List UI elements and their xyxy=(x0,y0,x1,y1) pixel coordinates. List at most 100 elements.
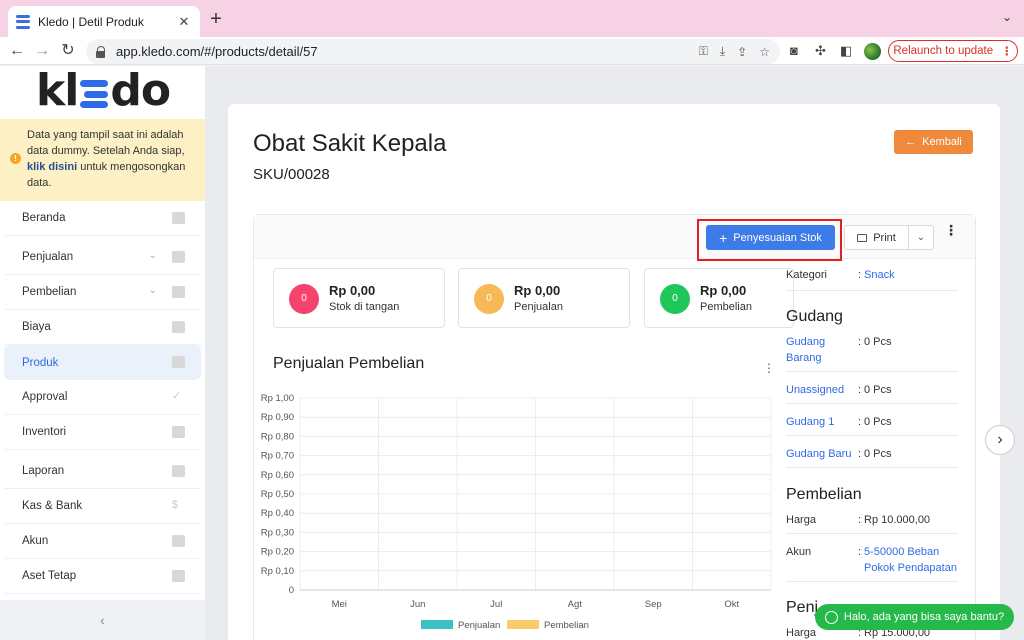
dummy-data-notice: ! Data yang tampil saat ini adalah data … xyxy=(0,119,205,201)
more-options-icon[interactable]: ⋮ xyxy=(944,223,958,237)
divider xyxy=(786,581,958,582)
sidebar-collapse-button[interactable]: ‹ xyxy=(0,600,205,640)
gudang-qty: 0 Pcs xyxy=(864,384,892,396)
divider xyxy=(786,533,958,534)
tab-search-chevron-icon[interactable]: ⌄ xyxy=(1002,10,1012,24)
sidebar-item-label: Aset Tetap xyxy=(22,570,77,582)
chevron-down-icon: ⌄ xyxy=(148,250,157,261)
chart-title: Penjualan Pembelian xyxy=(273,355,425,372)
sidebar-item-akun[interactable]: Akun xyxy=(4,524,201,559)
legend-label: Penjualan xyxy=(458,620,500,631)
sidebar-item-kas-bank[interactable]: Kas & Bank $ xyxy=(4,489,201,524)
product-panel: + Penyesuaian Stok Print ⌄ ⋮ 0 Rp 0,00 S… xyxy=(253,214,976,640)
stat-label: Pembelian xyxy=(700,301,752,313)
colon: : xyxy=(858,416,862,428)
new-tab-button[interactable]: + xyxy=(206,8,226,30)
basket-icon xyxy=(172,251,185,263)
stat-count-badge: 0 xyxy=(289,284,319,314)
sidebar-item-aset-tetap[interactable]: Aset Tetap xyxy=(4,559,201,594)
akun-beli-link[interactable]: 5-50000 Beban Pokok Pendapatan xyxy=(864,544,960,576)
warning-icon: ! xyxy=(10,153,21,164)
extensions-puzzle-icon[interactable]: ✣ xyxy=(815,43,826,59)
more-vertical-icon: ⋮ xyxy=(1001,46,1013,58)
next-arrow-button[interactable]: › xyxy=(985,425,1015,455)
print-dropdown-chevron-icon[interactable]: ⌄ xyxy=(909,232,933,243)
sidebar-item-penjualan[interactable]: Penjualan ⌄ xyxy=(4,240,201,275)
whatsapp-chat-button[interactable]: Halo, ada yang bisa saya bantu? xyxy=(815,604,1014,630)
profile-avatar[interactable] xyxy=(864,43,881,60)
camera-icon[interactable]: ◙ xyxy=(790,43,798,58)
gudang-name-link[interactable]: Gudang 1 xyxy=(786,414,854,430)
colon: : xyxy=(858,546,862,558)
gudang-name-link[interactable]: Gudang Baru xyxy=(786,446,866,462)
sidebar: kl do ! Data yang tampil saat ini adalah … xyxy=(0,65,205,640)
reload-icon[interactable]: ↻ xyxy=(57,40,79,62)
sidebar-item-biaya[interactable]: Biaya xyxy=(4,310,201,345)
x-tick-label: Mei xyxy=(332,599,347,610)
stock-adjustment-label: Penyesuaian Stok xyxy=(733,231,822,244)
chevron-down-icon: ⌄ xyxy=(148,285,157,296)
product-detail-card: Obat Sakit Kepala SKU/00028 ← Kembali + … xyxy=(228,104,1000,640)
sidebar-item-produk[interactable]: Produk xyxy=(4,345,201,380)
harga-beli-value: Rp 10.000,00 xyxy=(864,514,931,526)
key-icon[interactable]: ⚿ xyxy=(699,44,708,59)
relaunch-label: Relaunch to update xyxy=(893,45,994,57)
stat-value: Rp 0,00 xyxy=(329,283,376,298)
card-icon xyxy=(172,321,185,333)
sidebar-item-pembelian[interactable]: Pembelian ⌄ xyxy=(4,275,201,310)
sidebar-item-beranda[interactable]: Beranda xyxy=(4,201,201,236)
product-sku: SKU/00028 xyxy=(253,166,330,183)
bookmark-star-icon[interactable]: ☆ xyxy=(759,45,770,59)
colon: : xyxy=(858,514,862,526)
gudang-qty: 0 Pcs xyxy=(864,336,892,348)
stat-stock: 0 Rp 0,00 Stok di tangan xyxy=(273,268,445,328)
sidebar-item-label: Beranda xyxy=(22,212,66,224)
print-label: Print xyxy=(873,231,896,244)
address-bar[interactable]: app.kledo.com/#/products/detail/57 ⚿ ⤓ ⇪… xyxy=(86,39,780,64)
check-icon: ✓ xyxy=(172,390,182,402)
kledo-logo[interactable]: kl do xyxy=(36,65,171,116)
tab-title: Kledo | Detil Produk xyxy=(38,14,144,29)
print-button[interactable]: Print xyxy=(845,226,909,249)
stat-label: Penjualan xyxy=(514,301,563,313)
gudang-name-link[interactable]: Gudang Barang xyxy=(786,334,854,366)
sidebar-item-laporan[interactable]: Laporan xyxy=(4,454,201,489)
stock-adjustment-button[interactable]: + Penyesuaian Stok xyxy=(706,225,835,250)
share-icon[interactable]: ⇪ xyxy=(737,45,747,59)
sales-purchases-chart: Rp 1,00 Rp 0,90 Rp 0,80 Rp 0,70 Rp 0,60 Rp 0,… xyxy=(261,393,772,631)
divider xyxy=(786,435,958,436)
divider xyxy=(786,403,958,404)
dollar-icon: $ xyxy=(172,499,179,511)
browser-tab[interactable]: Kledo | Detil Produk ✕ xyxy=(8,6,200,37)
back-arrow-icon[interactable]: ← xyxy=(6,40,28,62)
bag-icon xyxy=(172,286,185,298)
gudang-name-link[interactable]: Unassigned xyxy=(786,382,866,398)
whatsapp-icon xyxy=(824,610,838,624)
forward-arrow-icon[interactable]: → xyxy=(31,40,53,62)
gudang-title: Gudang xyxy=(786,308,843,325)
sidebar-item-inventori[interactable]: Inventori xyxy=(4,415,201,450)
side-panel-icon[interactable]: ◧ xyxy=(840,43,852,59)
y-tick-label: Rp 1,00 xyxy=(261,393,294,404)
install-icon[interactable]: ⤓ xyxy=(720,44,725,59)
chart-menu-icon[interactable]: ⋮ xyxy=(763,361,775,375)
gudang-qty: 0 Pcs xyxy=(864,416,892,428)
page-title: Obat Sakit Kepala xyxy=(253,130,447,157)
y-tick-label: Rp 0,60 xyxy=(261,470,294,481)
x-tick-label: Okt xyxy=(724,599,739,610)
warehouse-icon xyxy=(172,426,185,438)
sidebar-item-approval[interactable]: Approval ✓ xyxy=(4,380,201,415)
kategori-value-link[interactable]: Snack xyxy=(864,267,960,283)
arrow-left-icon: ← xyxy=(905,136,917,148)
y-tick-label: Rp 0,70 xyxy=(261,451,294,462)
tab-close-icon[interactable]: ✕ xyxy=(176,14,192,30)
sidebar-item-label: Penjualan xyxy=(22,251,74,263)
legend-label: Pembelian xyxy=(544,620,589,631)
x-tick-label: Sep xyxy=(645,599,662,610)
relaunch-button[interactable]: Relaunch to update ⋮ xyxy=(888,40,1018,62)
colon: : xyxy=(858,336,862,348)
colon: : xyxy=(858,384,862,396)
print-button-group: Print ⌄ xyxy=(844,225,934,250)
back-button[interactable]: ← Kembali xyxy=(894,130,973,154)
notice-link[interactable]: klik disini xyxy=(27,161,77,173)
